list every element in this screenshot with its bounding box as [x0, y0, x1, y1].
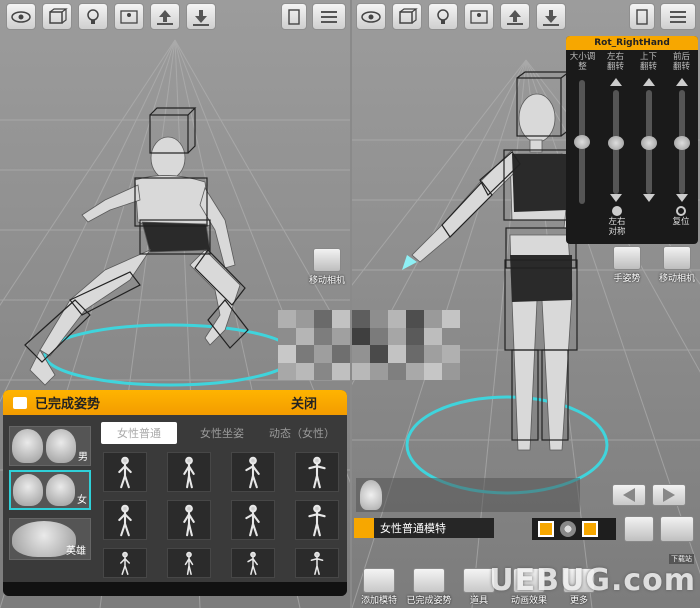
slider-knob[interactable] [574, 135, 590, 149]
move-camera-button-right[interactable]: 移动相机 [658, 246, 696, 284]
arrow-down-icon[interactable] [610, 194, 622, 202]
close-button[interactable]: 关闭 [291, 393, 317, 412]
right-viewport[interactable]: Rot_RightHand 大小调整 左右 翻转 上下 翻转 前后 翻转 左右 对称 复… [352, 0, 700, 608]
camera-icon [663, 246, 691, 270]
box-icon[interactable] [42, 3, 72, 30]
pose-dialog-title: 已完成姿势 [35, 397, 101, 412]
download-icon[interactable] [186, 3, 216, 30]
model-person-icon [354, 518, 374, 538]
arrow-up-icon[interactable] [610, 78, 622, 86]
arrow-down-icon[interactable] [643, 194, 655, 202]
light-bulb-icon[interactable] [428, 3, 458, 30]
page-icon[interactable] [281, 3, 307, 30]
color-strip [532, 518, 616, 540]
pose-thumbnail[interactable] [295, 500, 339, 540]
tool-button-2[interactable] [660, 516, 694, 542]
slider-knob[interactable] [674, 136, 690, 150]
pose-dialog: 已完成姿势 关闭 男 女 英雄 女性普通 女性坐姿 动态（女性） [3, 390, 347, 596]
pose-thumbnail[interactable] [103, 500, 147, 540]
tool-button-1[interactable] [624, 516, 654, 542]
pose-dialog-header: 已完成姿势 关闭 [3, 390, 347, 415]
person-box-icon[interactable] [464, 3, 494, 30]
pixelated-overlay [278, 310, 350, 380]
col-lr-flip: 左右 翻转 [606, 52, 624, 72]
watermark: UEBUG.com [489, 563, 696, 598]
add-model-icon [363, 568, 395, 593]
pose-thumbnail[interactable] [167, 548, 211, 578]
model-bar[interactable]: 女性普通模特 [354, 518, 494, 538]
page-icon[interactable] [629, 3, 655, 30]
fb-slider[interactable] [674, 90, 690, 194]
ud-slider[interactable] [641, 90, 657, 194]
gender-female[interactable]: 女 [9, 470, 91, 510]
arrow-right-icon [663, 488, 675, 502]
arrow-left-button[interactable] [612, 484, 646, 506]
pose-thumbnail[interactable] [295, 548, 339, 578]
rotation-panel: Rot_RightHand 大小调整 左右 翻转 上下 翻转 前后 翻转 左右 对称 复… [566, 36, 698, 244]
female-mannequin[interactable] [372, 70, 582, 480]
pose-thumbnail[interactable] [231, 500, 275, 540]
model-avatar[interactable] [360, 480, 382, 510]
col-fb-flip: 前后 翻转 [672, 52, 690, 72]
tab-female-sitting[interactable]: 女性坐姿 [189, 422, 255, 444]
pose-thumbnail[interactable] [167, 500, 211, 540]
arrow-up-icon[interactable] [676, 78, 688, 86]
pose-thumbnail[interactable] [231, 452, 275, 492]
tab-dynamic-female[interactable]: 动态（女性） [261, 422, 343, 444]
model-label: 女性普通模特 [380, 522, 446, 535]
size-slider[interactable] [574, 80, 590, 204]
arrow-up-icon[interactable] [643, 78, 655, 86]
pose-icon [413, 568, 445, 593]
pose-thumbnail[interactable] [103, 452, 147, 492]
mirror-icon [612, 206, 622, 216]
pose-folder-icon [13, 396, 27, 409]
add-model-button[interactable]: 添加模特 [356, 568, 402, 606]
lr-slider[interactable] [608, 90, 624, 194]
dot-pattern-icon[interactable] [560, 521, 576, 537]
hand-pose-button[interactable]: 手姿势 [608, 246, 646, 284]
female-faces-icon [13, 474, 75, 506]
color-swatch-orange-2[interactable] [582, 521, 598, 537]
dialog-footer [3, 582, 347, 596]
completed-pose-button[interactable]: 已完成姿势 [406, 568, 452, 606]
pose-thumbnail[interactable] [231, 548, 275, 578]
move-camera-button-left[interactable]: 移动相机 [308, 248, 346, 286]
hand-icon [613, 246, 641, 270]
rotation-panel-title: Rot_RightHand [566, 36, 698, 50]
box-icon[interactable] [392, 3, 422, 30]
gender-hero[interactable]: 英雄 [9, 518, 91, 560]
arrow-right-button[interactable] [652, 484, 686, 506]
col-size: 大小调整 [569, 52, 596, 72]
color-swatch-orange[interactable] [538, 521, 554, 537]
arrow-left-icon [623, 488, 635, 502]
pose-thumbnail[interactable] [295, 452, 339, 492]
upload-icon[interactable] [500, 3, 530, 30]
person-box-icon[interactable] [114, 3, 144, 30]
male-mannequin[interactable] [10, 100, 280, 400]
pose-thumbnail[interactable] [103, 548, 147, 578]
eye-icon[interactable] [356, 3, 386, 30]
eye-icon[interactable] [6, 3, 36, 30]
slider-knob[interactable] [641, 136, 657, 150]
gender-male[interactable]: 男 [9, 426, 91, 466]
pose-thumbnail[interactable] [167, 452, 211, 492]
download-icon[interactable] [536, 3, 566, 30]
tab-female-normal[interactable]: 女性普通 [101, 422, 177, 444]
list-menu-icon[interactable] [312, 3, 346, 30]
mirror-button[interactable]: 左右 对称 [602, 206, 632, 237]
list-menu-icon[interactable] [660, 3, 696, 30]
slider-knob[interactable] [608, 136, 624, 150]
arrow-down-icon[interactable] [676, 194, 688, 202]
reset-icon [676, 206, 686, 216]
reset-button[interactable]: 复位 [666, 206, 696, 227]
light-bulb-icon[interactable] [78, 3, 108, 30]
col-ud-flip: 上下 翻转 [639, 52, 657, 72]
male-faces-icon [12, 429, 76, 463]
camera-icon [313, 248, 341, 272]
left-viewport[interactable]: 移动相机 已完成姿势 关闭 男 女 英雄 女性普通 女性坐姿 动态（女性） [0, 0, 350, 608]
watermark-small: 下载站 [669, 554, 694, 564]
upload-icon[interactable] [150, 3, 180, 30]
model-preview-strip [356, 478, 580, 512]
